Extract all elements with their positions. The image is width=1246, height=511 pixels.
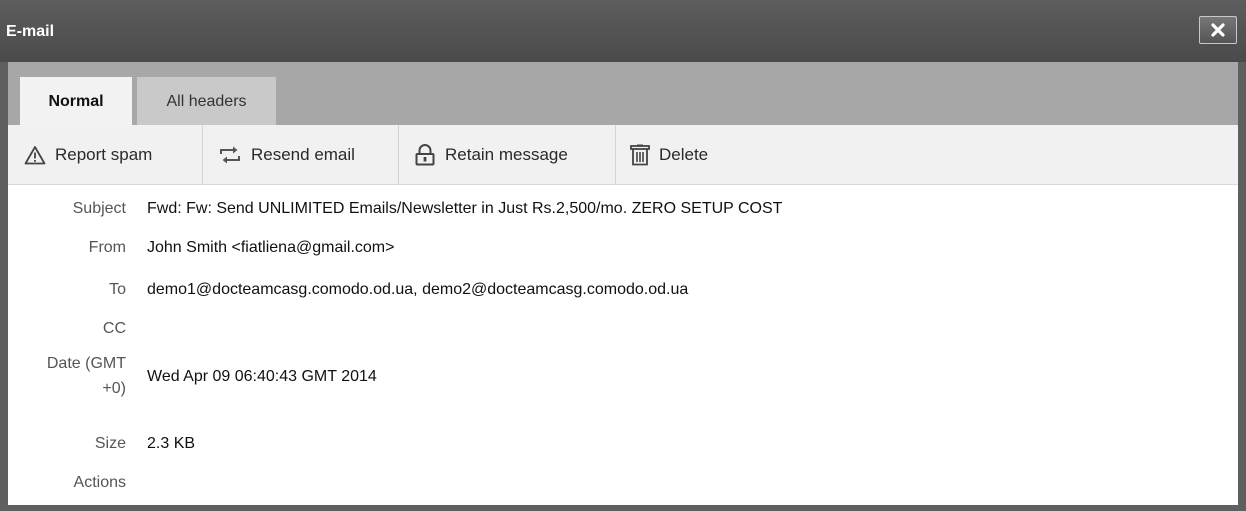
retain-message-label: Retain message: [445, 144, 568, 164]
report-spam-label: Report spam: [55, 144, 153, 164]
title-bar: E-mail: [0, 0, 1246, 62]
resend-email-button[interactable]: Resend email: [218, 125, 355, 184]
toolbar-divider: [202, 125, 203, 184]
resend-email-label: Resend email: [251, 144, 355, 164]
tab-bar: Normal All headers: [8, 62, 1238, 125]
subject-value: Fwd: Fw: Send UNLIMITED Emails/Newslette…: [147, 200, 783, 217]
cc-label: CC: [102, 320, 126, 337]
size-label: Size: [94, 435, 126, 452]
toolbar-divider: [615, 125, 616, 184]
actions-label: Actions: [73, 474, 126, 491]
retain-message-button[interactable]: Retain message: [414, 125, 568, 184]
delete-button[interactable]: Delete: [630, 125, 708, 184]
email-dialog: E-mail Normal All headers Report spam Re…: [0, 0, 1246, 511]
date-value: Wed Apr 09 06:40:43 GMT 2014: [147, 368, 377, 385]
size-value: 2.3 KB: [147, 435, 196, 452]
dialog-body: Normal All headers Report spam Resend em…: [8, 62, 1238, 505]
resend-icon: [220, 146, 240, 163]
subject-label: Subject: [72, 200, 126, 217]
lock-icon: [415, 143, 435, 165]
to-label: To: [109, 281, 126, 298]
delete-label: Delete: [659, 144, 709, 164]
close-icon: [1211, 23, 1225, 37]
report-spam-button[interactable]: Report spam: [24, 125, 152, 184]
tab-all-headers[interactable]: All headers: [137, 77, 276, 125]
tab-normal[interactable]: Normal: [20, 77, 132, 125]
toolbar-divider: [398, 125, 399, 184]
from-value: John Smith <fiatliena@gmail.com>: [147, 239, 395, 256]
date-label-line1: Date (GMT: [46, 355, 126, 372]
dialog-title: E-mail: [6, 23, 55, 40]
toolbar: Report spam Resend email Retain message …: [8, 125, 1238, 185]
to-value: demo1@docteamcasg.comodo.od.ua, demo2@do…: [147, 281, 689, 298]
trash-icon: [630, 144, 650, 165]
warning-icon: [24, 145, 46, 164]
close-button[interactable]: [1199, 16, 1237, 44]
from-label: From: [88, 239, 126, 256]
date-label-line2: +0): [102, 380, 126, 397]
